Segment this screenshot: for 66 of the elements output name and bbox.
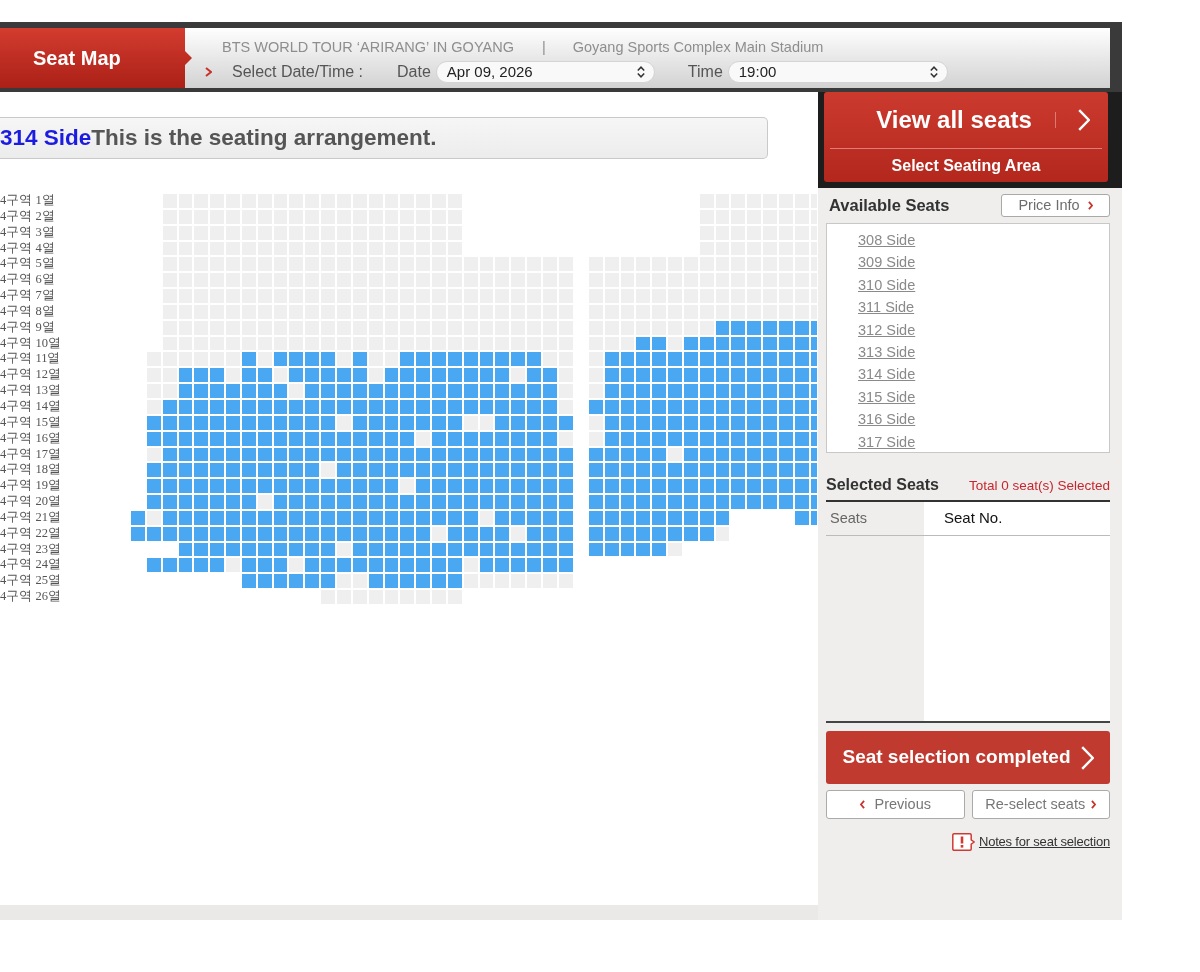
chevron-left-icon <box>859 800 865 809</box>
chevron-right-icon <box>1091 800 1097 809</box>
chevron-right-icon <box>1077 109 1090 131</box>
row-label: 4구역 13열 <box>0 384 61 398</box>
column-header: Seat No. <box>924 502 1110 536</box>
row-label: 4구역 2열 <box>0 209 55 224</box>
seat-selection-completed-button[interactable]: Seat selection completed <box>826 731 1110 784</box>
date-label: Date <box>397 62 431 82</box>
time-label: Time <box>687 62 723 82</box>
area-link[interactable]: 314 Side <box>858 366 916 383</box>
page-title: Seat Map <box>0 28 192 88</box>
area-link[interactable]: 310 Side <box>858 276 916 293</box>
available-seats-title: Available Seats <box>828 195 950 217</box>
row-label: 4구역 22열 <box>0 526 61 541</box>
row-label: 4구역 14열 <box>0 399 61 414</box>
row-label: 4구역 11열 <box>0 352 61 367</box>
row-label: 4구역 12열 <box>0 368 61 383</box>
row-label: 4구역 16열 <box>0 431 61 446</box>
row-label: 4구역 23열 <box>0 542 61 557</box>
chevron-right-icon <box>1087 201 1093 210</box>
area-link[interactable]: 317 Side <box>858 433 916 450</box>
title-text: This is the seating arrangement. <box>91 124 437 153</box>
row-label: 4구역 26열 <box>0 590 61 604</box>
notes-link[interactable]: Notes for seat selection <box>978 832 1110 852</box>
alert-icon <box>951 832 975 851</box>
area-link[interactable]: 311 Side <box>858 299 915 316</box>
row-label: 4구역 4열 <box>0 241 55 256</box>
area-link[interactable]: 315 Side <box>858 388 916 405</box>
row-label: 4구역 19열 <box>0 479 61 494</box>
venue-name: Goyang Sports Complex Main Stadium <box>572 38 824 58</box>
row-label: 4구역 6열 <box>0 273 55 288</box>
chevron-right-icon <box>205 67 212 77</box>
date-select[interactable]: Apr 09, 2026 <box>435 61 655 83</box>
reselect-seats-button[interactable]: Re-select seats <box>971 790 1110 819</box>
chevron-right-icon <box>1080 745 1094 770</box>
row-label: 4구역 24열 <box>0 558 61 573</box>
row-label: 4구역 15열 <box>0 415 61 430</box>
updown-icon <box>929 66 938 78</box>
row-label: 4구역 8열 <box>0 304 55 319</box>
area-link[interactable]: 313 Side <box>858 343 916 360</box>
price-info-button[interactable]: Price Info <box>1001 194 1110 217</box>
separator: | <box>541 38 546 58</box>
area-name: 314 Side <box>0 124 92 153</box>
row-label: 4구역 25열 <box>0 574 61 589</box>
row-label: 4구역 1열 <box>0 194 55 208</box>
area-link[interactable]: 312 Side <box>858 321 916 338</box>
time-select[interactable]: 19:00 <box>727 61 948 83</box>
row-label: 4구역 7열 <box>0 289 55 303</box>
row-label: 4구역 17열 <box>0 447 61 462</box>
updown-icon <box>636 66 645 78</box>
selected-seats-title: Selected Seats <box>826 475 939 495</box>
row-label: 4구역 3열 <box>0 225 55 240</box>
area-link[interactable]: 316 Side <box>858 411 916 428</box>
area-link[interactable]: 309 Side <box>858 254 916 271</box>
row-label: 4구역 9열 <box>0 320 55 335</box>
row-label: 4구역 21열 <box>0 510 61 525</box>
event-title: BTS WORLD TOUR ‘ARIRANG’ IN GOYANG <box>222 38 514 58</box>
row-label: 4구역 18열 <box>0 463 61 478</box>
area-link[interactable]: 308 Side <box>858 232 916 248</box>
select-datetime-label: Select Date/Time : <box>232 62 363 82</box>
row-label: 4구역 5열 <box>0 257 55 272</box>
row-label: 4구역 10열 <box>0 336 61 351</box>
total-selected-text: Total 0 seat(s) Selected <box>968 477 1110 495</box>
select-seating-area-label: Select Seating Area <box>891 155 1041 176</box>
row-label: 4구역 20열 <box>0 495 61 509</box>
previous-button[interactable]: Previous <box>826 790 965 819</box>
